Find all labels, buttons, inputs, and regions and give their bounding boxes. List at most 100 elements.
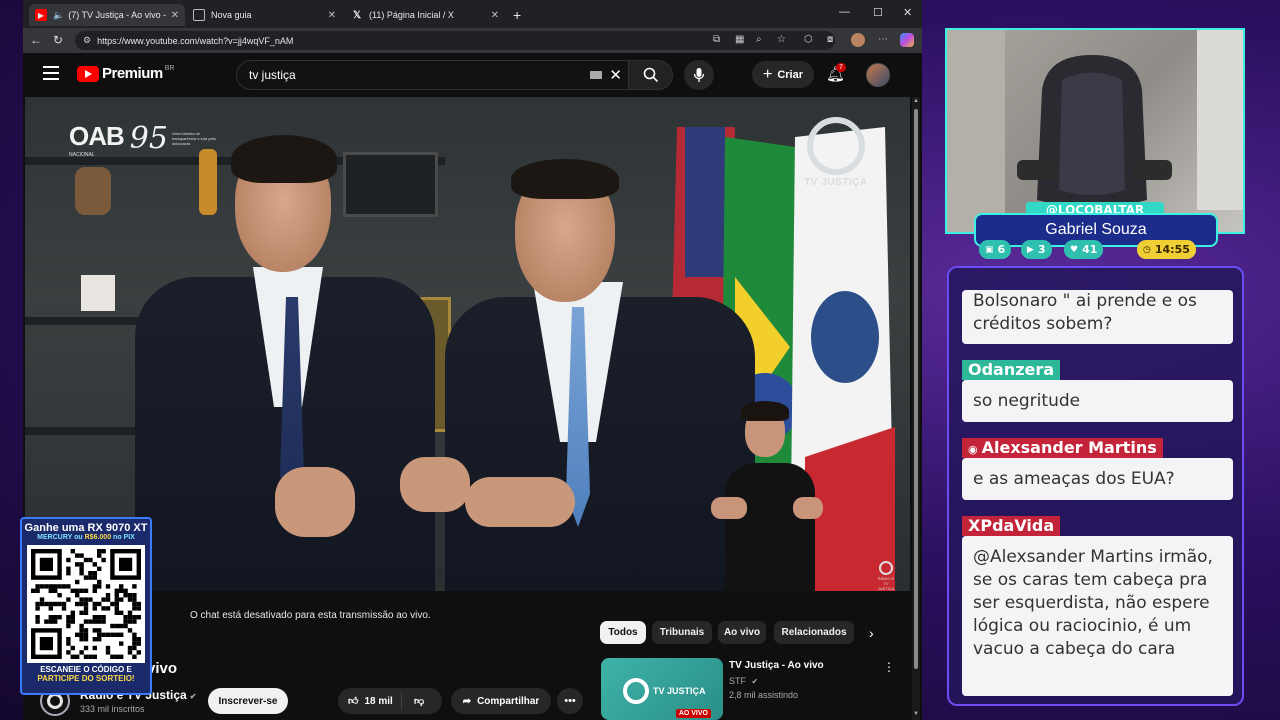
tv-justica-ring-icon bbox=[807, 117, 865, 175]
stat-timer: ◷ 14:55 bbox=[1137, 240, 1196, 259]
tab-x[interactable]: 𝕏 (11) Página Inicial / X ✕ bbox=[345, 4, 505, 26]
stat-value: 6 bbox=[997, 243, 1006, 256]
scrollbar-thumb[interactable] bbox=[914, 109, 918, 669]
tab-title: (7) TV Justiça - Ao vivo - YouTube bbox=[68, 10, 167, 20]
menu-icon[interactable] bbox=[43, 66, 59, 84]
create-label: Criar bbox=[777, 68, 804, 81]
like-button[interactable]: 👍︎ 18 mil bbox=[338, 693, 402, 709]
keyboard-icon[interactable] bbox=[590, 71, 602, 79]
apps-icon[interactable]: ▦ bbox=[735, 34, 744, 45]
copilot-icon[interactable] bbox=[900, 33, 914, 47]
share-icon: ➦ bbox=[462, 695, 472, 707]
stat-chat: ▣ 6 bbox=[979, 240, 1012, 259]
chip-relacionados[interactable]: Relacionados bbox=[774, 621, 854, 644]
tab-youtube[interactable]: ▶ 🔈 (7) TV Justiça - Ao vivo - YouTube ✕ bbox=[29, 4, 185, 26]
recommended-channel: STF bbox=[729, 676, 746, 686]
close-tab-icon[interactable]: ✕ bbox=[328, 10, 336, 21]
recommended-channel-row[interactable]: STF ✔ bbox=[729, 676, 758, 686]
stat-value: 3 bbox=[1037, 243, 1046, 256]
chip-todos[interactable]: Todos bbox=[600, 621, 646, 644]
chat-icon: ▣ bbox=[985, 244, 994, 255]
thumbs-up-icon: 👍︎ bbox=[348, 696, 359, 707]
collections-icon[interactable]: ⧇ bbox=[827, 34, 833, 45]
more-menu-icon[interactable]: ⋯ bbox=[878, 34, 888, 45]
youtube-logo[interactable]: Premium BR bbox=[77, 65, 174, 82]
recommended-menu-icon[interactable]: ⋮ bbox=[883, 660, 895, 674]
minimize-icon[interactable]: — bbox=[839, 6, 850, 18]
gaming-chair bbox=[1017, 55, 1172, 208]
back-icon[interactable]: ← bbox=[30, 33, 42, 47]
close-tab-icon[interactable]: ✕ bbox=[171, 10, 179, 21]
dislike-button[interactable]: 👎︎ bbox=[402, 695, 424, 707]
close-tab-icon[interactable]: ✕ bbox=[491, 10, 499, 21]
channel-logo-icon bbox=[47, 693, 63, 709]
page-scrollbar[interactable]: ▲ ▼ bbox=[912, 97, 920, 720]
oab-logo: OAB NACIONAL 95 Uma história de transpar… bbox=[69, 121, 216, 158]
interpreter-body bbox=[725, 463, 815, 591]
promo-prize-amount: R$6.000 bbox=[84, 534, 112, 541]
door bbox=[1197, 30, 1243, 210]
account-avatar[interactable] bbox=[866, 63, 890, 87]
chip-ao-vivo[interactable]: Ao vivo bbox=[718, 621, 766, 644]
subscriber-count: 333 mil inscritos bbox=[80, 704, 145, 714]
hands bbox=[275, 467, 355, 537]
search-button[interactable] bbox=[629, 60, 673, 90]
sign-language-interpreter bbox=[707, 397, 847, 591]
promo-cta-2: PARTICIPE DO SORTEIO! bbox=[37, 674, 135, 683]
tab-new[interactable]: Nova guia ✕ bbox=[187, 4, 342, 26]
scroll-up-icon[interactable]: ▲ bbox=[913, 98, 919, 104]
recommended-title[interactable]: TV Justiça - Ao vivo bbox=[729, 660, 824, 671]
scroll-down-icon[interactable]: ▼ bbox=[913, 711, 919, 717]
new-tab-button[interactable]: + bbox=[507, 4, 527, 26]
clock-icon: ◷ bbox=[1143, 244, 1151, 255]
thumbnail-logo: TV JUSTIÇA bbox=[623, 678, 706, 704]
interpreter-hair bbox=[741, 401, 789, 421]
recommended-thumbnail[interactable]: TV JUSTIÇA AO VIVO bbox=[601, 658, 723, 720]
share-button[interactable]: ➦ Compartilhar bbox=[451, 688, 551, 714]
create-button[interactable]: + Criar bbox=[752, 61, 814, 88]
share-label: Compartilhar bbox=[477, 695, 540, 707]
microphone-icon bbox=[693, 68, 705, 82]
qr-code[interactable] bbox=[27, 545, 145, 663]
verified-icon: ✔ bbox=[189, 692, 197, 701]
close-window-icon[interactable]: ✕ bbox=[903, 6, 912, 19]
maximize-icon[interactable]: ☐ bbox=[873, 6, 883, 19]
wall bbox=[947, 30, 1005, 232]
chip-tribunais[interactable]: Tribunais bbox=[652, 621, 712, 644]
site-info-icon[interactable]: ⚙ bbox=[83, 35, 91, 46]
tab-title: Nova guia bbox=[211, 10, 252, 20]
clear-search-icon[interactable]: ✕ bbox=[609, 66, 622, 84]
youtube-icon: ▶ bbox=[35, 9, 47, 21]
region-label: BR bbox=[164, 65, 175, 72]
video-player[interactable]: OAB NACIONAL 95 Uma história de transpar… bbox=[25, 97, 910, 591]
voice-search-button[interactable] bbox=[684, 60, 714, 90]
reload-icon[interactable]: ↻ bbox=[53, 33, 63, 47]
address-bar: ← ↻ ⚙ https://www.youtube.com/watch?v=jj… bbox=[23, 28, 922, 53]
translate-icon[interactable]: ⧉ bbox=[713, 34, 720, 45]
plus-icon: + bbox=[762, 65, 773, 83]
zoom-icon[interactable]: ⌕ bbox=[756, 34, 762, 45]
extensions-icon[interactable]: ⬡ bbox=[804, 34, 813, 45]
chat-panel: Bolsonaro " ai prende e os créditos sobe… bbox=[947, 266, 1244, 706]
subscribe-button[interactable]: Inscrever-se bbox=[208, 688, 288, 714]
stat-youtube: ▶ 3 bbox=[1021, 240, 1052, 259]
url-text: https://www.youtube.com/watch?v=jj4wqVF_… bbox=[97, 35, 294, 46]
profile-avatar[interactable] bbox=[851, 33, 865, 47]
member-badge-icon: ◉ bbox=[968, 443, 978, 456]
search-box: ✕ bbox=[236, 60, 629, 90]
tab-bar: ▶ 🔈 (7) TV Justiça - Ao vivo - YouTube ✕… bbox=[23, 0, 922, 28]
picture-frame bbox=[343, 152, 438, 217]
interpreter-hand bbox=[793, 497, 823, 519]
heart-icon: ♥ bbox=[1070, 244, 1079, 255]
chevron-right-icon[interactable]: › bbox=[869, 625, 874, 641]
search-input[interactable] bbox=[249, 68, 579, 82]
chat-author-row: ◉ Alexsander Martins bbox=[962, 438, 1163, 458]
star-icon[interactable]: ☆ bbox=[777, 34, 786, 45]
qr-code-pattern bbox=[31, 549, 141, 659]
url-field[interactable]: ⚙ https://www.youtube.com/watch?v=jj4wqV… bbox=[75, 31, 835, 50]
interpreter-hand bbox=[711, 497, 747, 519]
speaker-icon[interactable]: 🔈 bbox=[53, 10, 64, 21]
search-icon bbox=[643, 67, 658, 83]
more-actions-button[interactable]: ••• bbox=[557, 688, 583, 714]
recommended-viewers: 2,8 mil assistindo bbox=[729, 690, 799, 700]
